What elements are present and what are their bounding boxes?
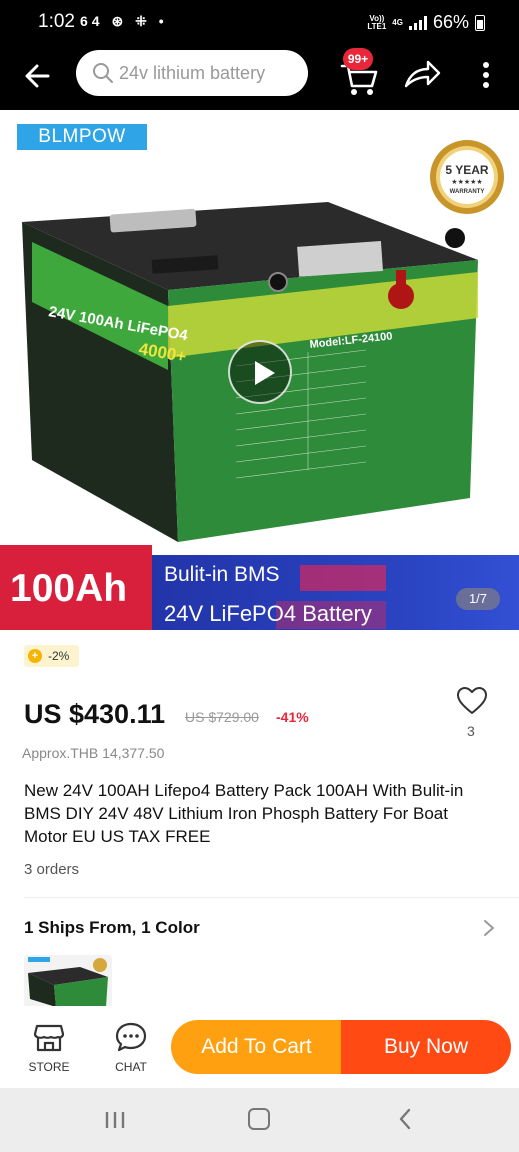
cart-badge: 99+ — [343, 48, 373, 70]
wishlist-button[interactable] — [456, 686, 488, 716]
play-video-button[interactable] — [228, 340, 292, 404]
arrow-left-icon — [25, 64, 50, 88]
variant-thumbnail[interactable] — [24, 955, 112, 1007]
promo-banner: 100Ah Bulit-in BMS 24V LiFePO4 Battery — [0, 545, 519, 630]
ships-from-label: 1 Ships From, 1 Color — [24, 918, 200, 937]
brand-tag: BLMPOW — [17, 124, 147, 150]
store-button[interactable]: STORE — [24, 1018, 74, 1080]
discount-percent: -41% — [276, 709, 309, 725]
chat-label: CHAT — [115, 1060, 147, 1074]
chevron-right-icon — [484, 920, 494, 936]
add-to-cart-button[interactable]: Add To Cart — [171, 1020, 342, 1074]
banner-highlight — [300, 565, 386, 591]
approx-local-price: Approx.THB 14,377.50 — [22, 745, 165, 761]
buy-now-button[interactable]: Buy Now — [341, 1020, 511, 1074]
banner-battery-text: 24V LiFePO4 Battery — [164, 601, 372, 626]
wishlist-count: 3 — [467, 723, 475, 739]
network-indicator: Vo)) LTE1 — [367, 13, 387, 31]
status-notification-icons: 64 ⊛ ⁜ • — [80, 13, 168, 29]
store-label: STORE — [28, 1060, 70, 1074]
current-price: US $430.11 — [24, 699, 166, 729]
coin-icon: + — [28, 649, 42, 663]
home-icon[interactable] — [248, 1108, 270, 1130]
store-icon — [33, 1024, 65, 1052]
product-image-gallery[interactable]: BLMPOW 5 YEAR ★★★★★ WARRANTY 24V 100Ah L… — [0, 110, 519, 630]
shipping-variant-row[interactable]: 1 Ships From, 1 Color — [0, 910, 519, 946]
more-options-button[interactable] — [476, 58, 496, 92]
back-button[interactable] — [20, 58, 56, 94]
system-navigation-bar — [0, 1088, 519, 1152]
product-title: New 24V 100AH Lifepo4 Battery Pack 100AH… — [24, 781, 464, 846]
coin-discount-text: -2% — [48, 649, 70, 663]
battery-percent: 66% — [432, 12, 469, 32]
search-placeholder: 24v lithium battery — [119, 63, 266, 83]
share-icon — [404, 60, 441, 88]
back-nav-icon[interactable] — [398, 1108, 412, 1130]
original-price: US $729.00 — [185, 709, 259, 725]
top-app-bar: 24v lithium battery 99+ — [0, 44, 519, 110]
banner-capacity: 100Ah — [10, 567, 128, 610]
more-vertical-icon — [483, 62, 489, 88]
divider — [24, 897, 519, 898]
warranty-years: 5 YEAR — [445, 163, 488, 177]
chat-button[interactable]: CHAT — [106, 1018, 156, 1080]
banner-bms-text: Bulit-in BMS — [164, 563, 280, 586]
warranty-label: WARRANTY — [450, 189, 485, 195]
battery-icon — [475, 14, 485, 31]
heart-icon — [457, 687, 487, 714]
share-button[interactable] — [402, 56, 442, 92]
recent-apps-icon[interactable] — [104, 1110, 126, 1130]
signal-icon — [408, 15, 427, 30]
search-icon — [93, 63, 113, 83]
lte-indicator: 4G — [392, 17, 403, 27]
svg-text:★★★★★: ★★★★★ — [451, 178, 482, 186]
bottom-action-bar: STORE CHAT Add To Cart Buy Now — [0, 1006, 519, 1088]
image-pager: 1/7 — [456, 588, 500, 610]
status-right: Vo)) LTE1 4G 66% — [367, 12, 485, 33]
status-time: 1:02 — [38, 11, 75, 32]
chat-icon — [115, 1022, 147, 1052]
search-input[interactable]: 24v lithium battery — [76, 50, 308, 96]
battery-thumbnail-image — [24, 955, 112, 1007]
coin-discount-chip: + -2% — [24, 645, 80, 667]
order-count: 3 orders — [24, 861, 80, 878]
status-bar: 1:02 64 ⊛ ⁜ • Vo)) LTE1 4G 66% — [0, 0, 519, 44]
